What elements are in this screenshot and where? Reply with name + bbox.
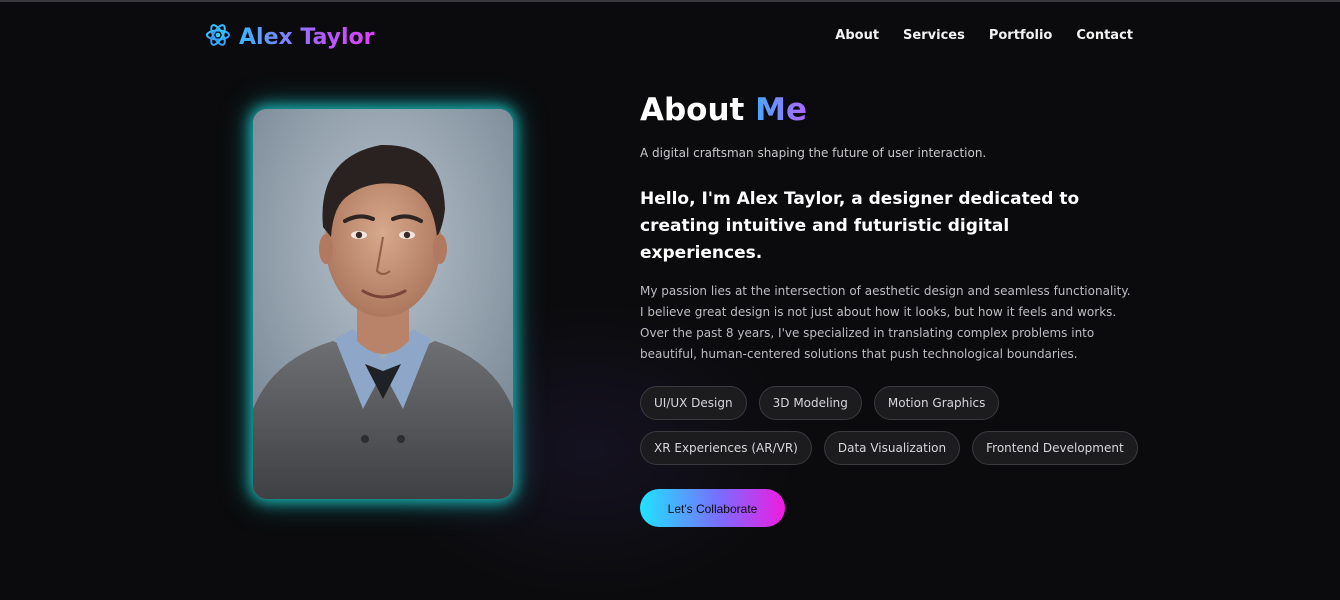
tagline: A digital craftsman shaping the future o… (640, 146, 987, 160)
logo-name: Alex Taylor (239, 24, 375, 50)
collaborate-button[interactable]: Let's Collaborate (640, 489, 785, 527)
nav-portfolio[interactable]: Portfolio (989, 28, 1053, 43)
skills-list: UI/UX Design 3D Modeling Motion Graphics… (640, 386, 1140, 465)
skill-tag-frontend[interactable]: Frontend Development (972, 431, 1138, 465)
skill-tag-3d-modeling[interactable]: 3D Modeling (758, 386, 862, 420)
skill-tag-ui-ux[interactable]: UI/UX Design (640, 386, 747, 420)
bio-text: My passion lies at the intersection of a… (640, 284, 1131, 361)
skill-tag-xr[interactable]: XR Experiences (AR/VR) (640, 431, 812, 465)
skill-tag-motion-graphics[interactable]: Motion Graphics (873, 386, 1000, 420)
skill-tag-data-visualization[interactable]: Data Visualization (823, 431, 961, 465)
nav-services[interactable]: Services (903, 28, 965, 43)
profile-photo (253, 109, 513, 499)
logo[interactable]: Alex Taylor (205, 22, 375, 52)
title-accent: Me (755, 92, 808, 128)
top-border (0, 0, 1340, 2)
nav-contact[interactable]: Contact (1076, 28, 1133, 43)
nav-about[interactable]: About (835, 28, 879, 43)
page-title: About Me (640, 90, 1140, 130)
intro-heading: Hello, I'm Alex Taylor, a designer dedic… (640, 189, 1080, 263)
title-main: About (640, 92, 745, 128)
about-section: About Me A digital craftsman shaping the… (640, 90, 1140, 527)
atom-icon (205, 22, 231, 52)
main-nav: About Services Portfolio Contact (835, 28, 1133, 43)
